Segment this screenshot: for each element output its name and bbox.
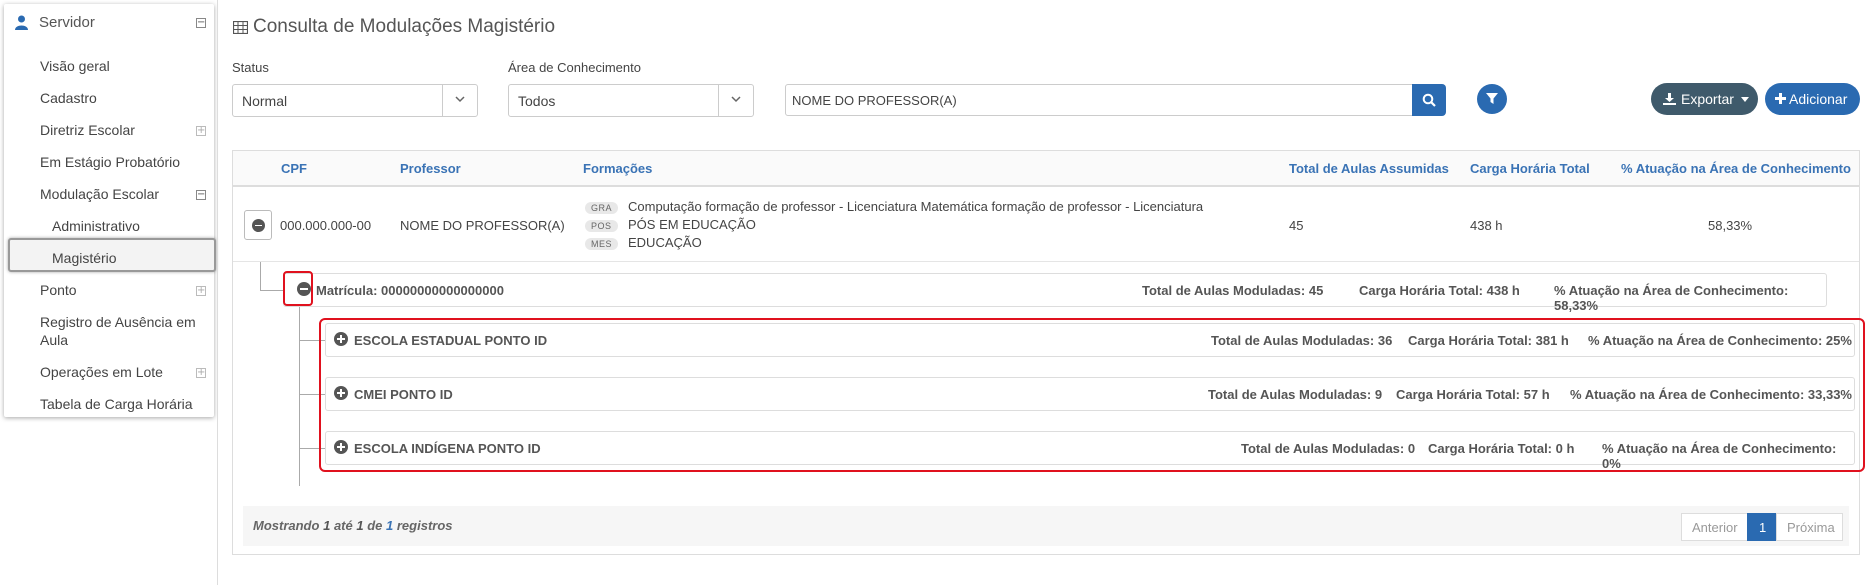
status-label: Status: [232, 60, 269, 75]
badge-pos: POS: [585, 220, 618, 232]
plus-icon: [1775, 93, 1786, 104]
collapse-row-button[interactable]: [244, 210, 272, 240]
info-start: 1: [323, 518, 331, 533]
formacao-text: EDUCAÇÃO: [628, 235, 702, 250]
sidebar-item-label: Aula: [40, 332, 69, 348]
info-text: de: [367, 518, 383, 533]
sidebar-item-label: Tabela de Carga Horária: [40, 396, 193, 412]
info-end: 1: [356, 518, 364, 533]
search-value: NOME DO PROFESSOR(A): [792, 93, 957, 108]
col-cpf[interactable]: CPF: [281, 161, 307, 176]
info-text: Mostrando: [253, 518, 320, 533]
cell-professor: NOME DO PROFESSOR(A): [400, 218, 565, 233]
filter-button[interactable]: [1477, 84, 1507, 114]
area-label: Área de Conhecimento: [508, 60, 641, 75]
expand-icon[interactable]: +: [196, 126, 206, 136]
expand-icon[interactable]: +: [196, 286, 206, 296]
sidebar-item-label: Ponto: [40, 282, 77, 298]
highlight-matricula-toggle: [283, 271, 313, 306]
col-total-aulas[interactable]: Total de Aulas Assumidas: [1289, 161, 1449, 176]
sidebar-item-label: Operações em Lote: [40, 364, 163, 380]
cell-cpf: 000.000.000-00: [280, 218, 372, 233]
sidebar-item-label: Visão geral: [40, 58, 110, 74]
pagination-next[interactable]: Próxima: [1776, 513, 1843, 541]
minus-circle-icon: [252, 219, 265, 232]
area-value: Todos: [518, 93, 556, 109]
matricula-carga: Carga Horária Total: 438 h: [1359, 283, 1520, 298]
sidebar-item-label: Modulação Escolar: [40, 186, 160, 202]
matricula-aulas: Total de Aulas Moduladas: 45: [1142, 283, 1324, 298]
badge-mes: MES: [585, 238, 619, 250]
badge-gra: GRA: [585, 202, 619, 214]
prev-label: Anterior: [1692, 520, 1738, 535]
next-label: Próxima: [1787, 520, 1835, 535]
info-total: 1: [386, 518, 394, 533]
search-icon: [1422, 93, 1436, 107]
records-info: Mostrando 1 até 1 de 1 registros: [253, 518, 453, 533]
matricula-row[interactable]: Matrícula: 00000000000000000 Total de Au…: [283, 273, 1827, 313]
export-button[interactable]: Exportar: [1651, 83, 1758, 115]
expand-icon[interactable]: +: [196, 368, 206, 378]
collapse-icon[interactable]: −: [196, 190, 206, 200]
status-value: Normal: [242, 93, 288, 109]
sidebar: Servidor − Visão geral Cadastro Diretriz…: [4, 4, 216, 417]
page-number: 1: [1759, 520, 1767, 535]
tree-line: [299, 307, 300, 486]
table-icon: [233, 21, 248, 34]
info-text: registros: [396, 518, 453, 533]
table-footer: Mostrando 1 até 1 de 1 registros Anterio…: [243, 506, 1849, 546]
user-icon: [15, 15, 28, 30]
sidebar-item-label: Cadastro: [40, 90, 97, 106]
sidebar-item-label: Diretriz Escolar: [40, 122, 135, 138]
add-label: Adicionar: [1789, 91, 1848, 107]
col-carga[interactable]: Carga Horária Total: [1470, 161, 1590, 176]
matricula-atuacao: % Atuação na Área de Conhecimento: 58,33…: [1554, 283, 1789, 313]
content-divider: [217, 0, 218, 585]
caret-down-icon: [1741, 97, 1749, 102]
cell-total-aulas: 45: [1289, 218, 1304, 233]
info-text: até: [333, 518, 353, 533]
pagination-page-1[interactable]: 1: [1747, 513, 1777, 541]
highlight-schools: [319, 318, 1865, 472]
col-formacoes[interactable]: Formações: [583, 161, 652, 176]
table-row[interactable]: 000.000.000-00 NOME DO PROFESSOR(A) GRA …: [233, 188, 1859, 262]
col-atuacao[interactable]: % Atuação na Área de Conhecimento: [1621, 161, 1851, 176]
sidebar-item-label: Registro de Ausência em: [40, 314, 196, 330]
collapse-icon[interactable]: −: [196, 18, 206, 28]
search-button[interactable]: [1412, 84, 1446, 116]
filter-icon: [1486, 93, 1498, 104]
search-input[interactable]: NOME DO PROFESSOR(A): [785, 84, 1413, 116]
col-professor[interactable]: Professor: [400, 161, 461, 176]
chevron-down-icon[interactable]: [442, 85, 477, 116]
cell-atuacao: 58,33%: [1708, 218, 1753, 233]
tree-line: [260, 262, 261, 290]
sidebar-item-label: Em Estágio Probatório: [40, 154, 181, 170]
pagination-prev[interactable]: Anterior: [1681, 513, 1748, 541]
sidebar-header-servidor[interactable]: Servidor −: [4, 4, 214, 40]
chevron-down-icon[interactable]: [718, 85, 753, 116]
status-select[interactable]: Normal: [232, 84, 478, 117]
download-icon: [1663, 93, 1676, 105]
area-select[interactable]: Todos: [508, 84, 754, 117]
table-header: CPF Professor Formações Total de Aulas A…: [233, 151, 1859, 187]
matricula-label: Matrícula: 00000000000000000: [316, 283, 504, 298]
sidebar-item-label: Administrativo: [52, 218, 140, 234]
cell-carga: 438 h: [1470, 218, 1503, 233]
page-title: Consulta de Modulações Magistério: [253, 16, 556, 37]
add-button[interactable]: Adicionar: [1765, 83, 1860, 115]
sidebar-item-label: Magistério: [52, 250, 117, 266]
export-label: Exportar: [1681, 91, 1734, 107]
sidebar-header-label: Servidor: [39, 14, 95, 31]
formacao-text: PÓS EM EDUCAÇÃO: [628, 217, 756, 232]
formacao-text: Computação formação de professor - Licen…: [628, 199, 1204, 214]
